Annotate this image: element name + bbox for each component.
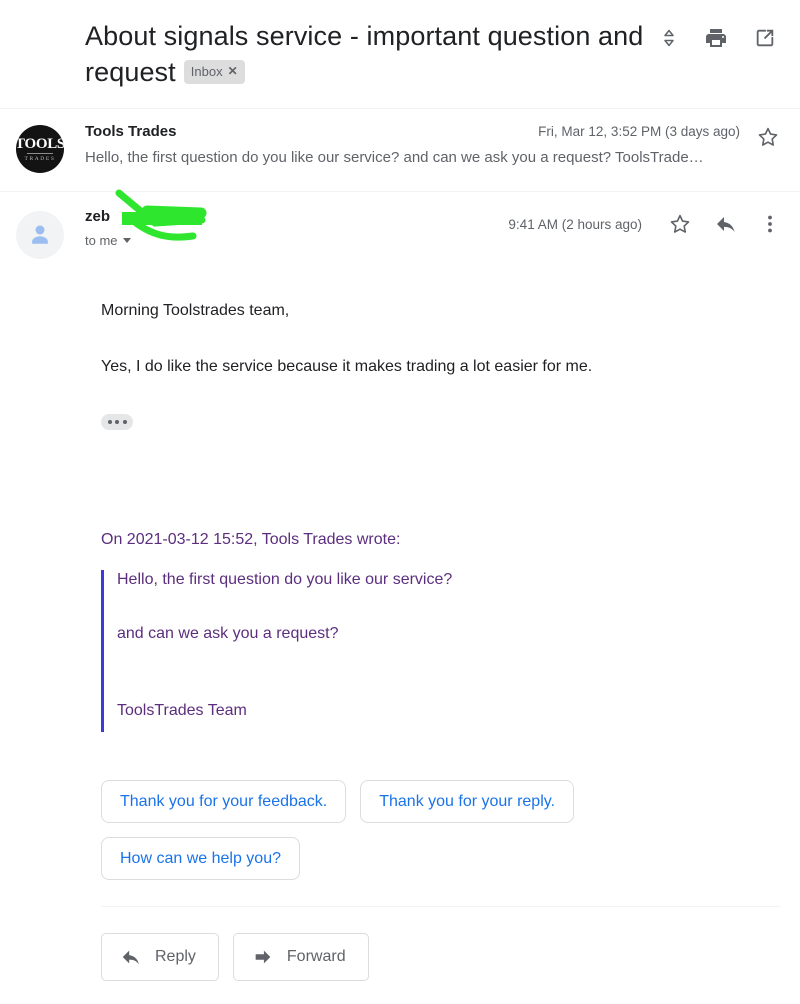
expanded-message-time: 9:41 AM (2 hours ago) — [508, 216, 642, 232]
show-trimmed-content-button[interactable] — [101, 413, 133, 430]
smart-reply-chip[interactable]: How can we help you? — [101, 836, 300, 880]
trim-dot — [115, 419, 119, 424]
trim-dot — [122, 419, 127, 424]
expanded-message-actions: 9:41 AM (2 hours ago) — [508, 208, 780, 236]
label-remove-icon[interactable]: ✕ — [228, 65, 238, 78]
expanded-sender-name: zeb — [85, 208, 111, 225]
expanded-sender-identity: zeb to me — [64, 189, 508, 250]
avatar-tools-trades: TOOLS TRADES — [16, 125, 64, 173]
expanded-message-header: zeb to me 9:41 AM (2 hours ago) — [16, 189, 780, 259]
avatar-logo-line2: TRADES — [24, 155, 56, 162]
collapsed-message-date: Fri, Mar 12, 3:52 PM (3 days ago) — [538, 124, 740, 139]
footer-divider-wrap — [16, 880, 780, 907]
smart-reply-chip[interactable]: Thank you for your feedback. — [101, 779, 347, 823]
forward-arrow-icon — [252, 946, 274, 968]
expanded-message: zeb to me 9:41 AM (2 hours ago) Morning … — [0, 189, 800, 981]
label-chip-text: Inbox — [190, 64, 223, 79]
avatar-logo-rule — [27, 152, 53, 154]
reply-button[interactable]: Reply — [101, 932, 219, 981]
collapsed-message-body: Tools Trades Fri, Mar 12, 3:52 PM (3 day… — [64, 123, 756, 173]
expanded-sender-line: zeb — [85, 189, 508, 241]
label-chip-inbox[interactable]: Inbox ✕ — [183, 60, 245, 84]
quoted-message: On 2021-03-12 15:52, Tools Trades wrote:… — [101, 430, 760, 732]
body-paragraph: Yes, I do like the service because it ma… — [101, 358, 593, 376]
chevron-down-icon — [122, 238, 131, 243]
footer-actions: Reply Forward — [16, 907, 780, 981]
collapsed-message-top-row: Tools Trades Fri, Mar 12, 3:52 PM (3 day… — [85, 123, 756, 140]
default-person-avatar — [16, 211, 64, 259]
collapsed-message[interactable]: TOOLS TRADES Tools Trades Fri, Mar 12, 3… — [0, 109, 800, 191]
smart-reply-chip[interactable]: Thank you for your reply. — [360, 779, 575, 823]
trim-dot — [107, 419, 112, 424]
reply-button-label: Reply — [155, 948, 196, 966]
forward-button[interactable]: Forward — [232, 932, 369, 981]
page-title: About signals service - important questi… — [85, 21, 644, 87]
recipients-toggle[interactable]: to me — [85, 233, 131, 248]
print-icon[interactable] — [704, 26, 728, 50]
reply-arrow-icon — [120, 946, 142, 968]
collapsed-sender-name: Tools Trades — [85, 123, 177, 140]
more-vert-icon[interactable] — [760, 213, 780, 235]
smart-reply-chips: Thank you for your feedback. Thank you f… — [16, 732, 656, 880]
thread-header-actions — [660, 18, 780, 50]
quote-line: Hello, the first question do you like ou… — [117, 571, 453, 589]
redaction-marker — [107, 189, 227, 260]
message-body: Morning Toolstrades team, Yes, I do like… — [16, 259, 780, 732]
subject-wrap: About signals service - important questi… — [85, 18, 645, 90]
quote-attribution: On 2021-03-12 15:52, Tools Trades wrote: — [101, 531, 401, 549]
avatar-logo-line1: TOOLS — [16, 135, 64, 152]
quote-block: Hello, the first question do you like ou… — [101, 570, 760, 732]
collapsed-message-snippet: Hello, the first question do you like ou… — [85, 149, 704, 166]
quote-line: ToolsTrades Team — [117, 701, 247, 719]
quote-line: and can we ask you a request? — [117, 625, 339, 642]
open-in-new-icon[interactable] — [754, 27, 776, 49]
star-outline-icon[interactable] — [668, 212, 692, 236]
reply-arrow-icon[interactable] — [714, 212, 738, 236]
star-outline-icon[interactable] — [756, 123, 780, 173]
body-greeting: Morning Toolstrades team, — [101, 302, 290, 319]
expand-collapse-icon[interactable] — [660, 28, 678, 48]
forward-button-label: Forward — [286, 948, 346, 966]
thread-header: About signals service - important questi… — [0, 0, 800, 90]
recipients-label: to me — [85, 233, 118, 248]
